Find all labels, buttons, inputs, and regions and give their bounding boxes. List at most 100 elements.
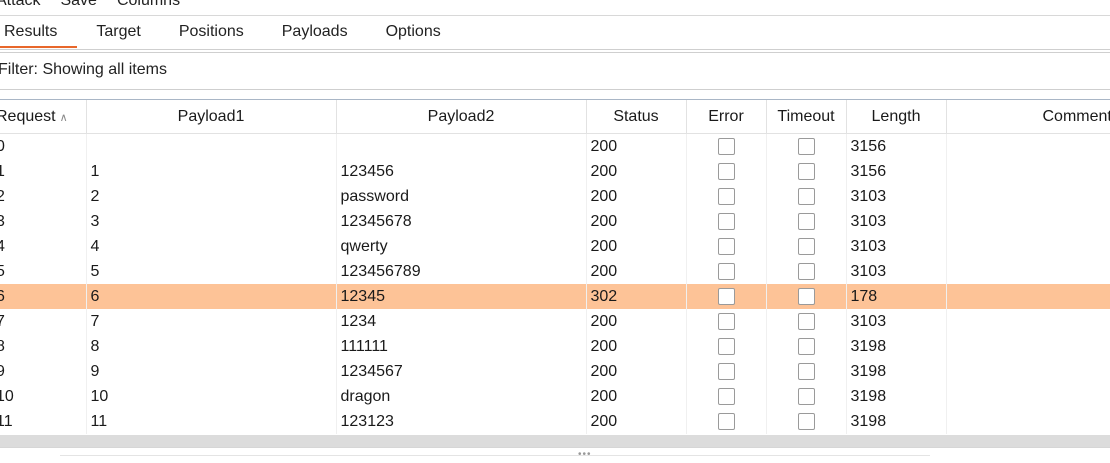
col-header-request[interactable]: Request ∧ [0,100,87,134]
drag-handle-icon[interactable]: ••• [578,449,592,460]
timeout-checkbox [797,187,815,205]
length-cell: 3156 [846,159,947,184]
horizontal-scrollbar[interactable] [0,435,1110,447]
col-header-error[interactable]: Error [686,100,767,134]
filter-text[interactable]: Filter: Showing all items [0,61,167,78]
status-cell: 200 [586,334,687,359]
payload1-cell [86,133,337,159]
tab-payloads[interactable]: Payloads [263,16,367,48]
payload2-cell: 12345 [336,284,587,309]
payload2-cell: 111111 [336,334,587,359]
table-row[interactable]: 11111231232003198 [0,409,1110,434]
col-header-timeout[interactable]: Timeout [766,100,847,134]
error-checkbox [717,187,735,205]
comment-cell [946,384,1110,409]
error-checkbox [717,387,735,405]
status-cell: 200 [586,309,687,334]
payload1-cell: 2 [86,184,337,209]
col-header-length[interactable]: Length [846,100,947,134]
payload2-cell: 123456789 [336,259,587,284]
error-checkbox [717,412,735,430]
col-header-payload2[interactable]: Payload2 [336,100,587,134]
menu-columns[interactable]: Columns [117,0,180,12]
tab-bar: Results Target Positions Payloads Option… [0,15,1110,50]
timeout-checkbox [797,162,815,180]
error-cell [686,334,767,359]
status-cell: 200 [586,409,687,434]
error-checkbox [717,237,735,255]
length-cell: 3103 [846,259,947,284]
timeout-checkbox [797,387,815,405]
tab-positions[interactable]: Positions [160,16,263,48]
table-row[interactable]: 10 10 dragon 200 3198 [0,384,1110,409]
error-checkbox [717,362,735,380]
payload1-cell: 5 [86,259,337,284]
payload2-cell: 123123 [336,409,587,434]
comment-cell [946,133,1110,159]
col-header-comment[interactable]: Comment [946,100,1110,134]
length-cell: 3103 [846,234,947,259]
status-cell: 200 [586,234,687,259]
table-row[interactable]: 0 200 3156 [0,133,1110,159]
error-checkbox [717,287,735,305]
payload1-cell: 11 [86,409,337,434]
timeout-checkbox [797,137,815,155]
col-header-status[interactable]: Status [586,100,687,134]
timeout-checkbox [797,237,815,255]
menu-save[interactable]: Save [60,0,96,12]
table-row[interactable]: 4 4 qwerty 200 3103 [0,234,1110,259]
error-cell [686,359,767,384]
payload1-cell: 3 [86,209,337,234]
comment-cell [946,234,1110,259]
pane-splitter[interactable]: ••• [0,447,1110,463]
error-checkbox [717,312,735,330]
error-cell [686,409,767,434]
menu-attack[interactable]: Attack [0,0,40,12]
sort-ascending-icon: ∧ [59,111,68,124]
comment-cell [946,209,1110,234]
error-checkbox [717,212,735,230]
payload1-cell: 1 [86,159,337,184]
header-row: Request ∧ Payload1 Payload2 Status Error … [0,100,1110,134]
request-cell: 9 [0,359,87,384]
table-row[interactable]: 3 3 12345678 200 3103 [0,209,1110,234]
table-row[interactable]: 6 6 12345 302 178 [0,284,1110,309]
comment-cell [946,309,1110,334]
status-cell: 200 [586,384,687,409]
error-cell [686,284,767,309]
payload2-cell [336,133,587,159]
timeout-checkbox [797,337,815,355]
request-cell: 1 [0,159,87,184]
tab-target[interactable]: Target [77,16,159,48]
error-checkbox [717,162,735,180]
request-cell: 7 [0,309,87,334]
length-cell: 3103 [846,184,947,209]
status-cell: 200 [586,259,687,284]
table-row[interactable]: 5 5 123456789 200 3103 [0,259,1110,284]
length-cell: 3198 [846,359,947,384]
payload1-cell: 10 [86,384,337,409]
table-row[interactable]: 2 2 password 200 3103 [0,184,1110,209]
timeout-checkbox [797,412,815,430]
table-row[interactable]: 8 8 111111 200 3198 [0,334,1110,359]
table-row[interactable]: 9 9 1234567 200 3198 [0,359,1110,384]
payload2-cell: 1234 [336,309,587,334]
error-checkbox [717,262,735,280]
error-cell [686,133,767,159]
error-cell [686,184,767,209]
comment-cell [946,159,1110,184]
request-cell: 4 [0,234,87,259]
payload1-cell: 7 [86,309,337,334]
tab-options[interactable]: Options [367,16,460,48]
col-header-payload1[interactable]: Payload1 [86,100,337,134]
request-cell: 10 [0,384,87,409]
timeout-checkbox [797,287,815,305]
tab-results[interactable]: Results [0,16,78,48]
timeout-cell [766,284,847,309]
filter-bar[interactable]: Filter: Showing all items [0,52,1110,90]
table-row[interactable]: 1 1 123456 200 3156 [0,159,1110,184]
request-cell: 2 [0,184,87,209]
payload1-cell: 8 [86,334,337,359]
payload2-cell: qwerty [336,234,587,259]
table-row[interactable]: 7 7 1234 200 3103 [0,309,1110,334]
